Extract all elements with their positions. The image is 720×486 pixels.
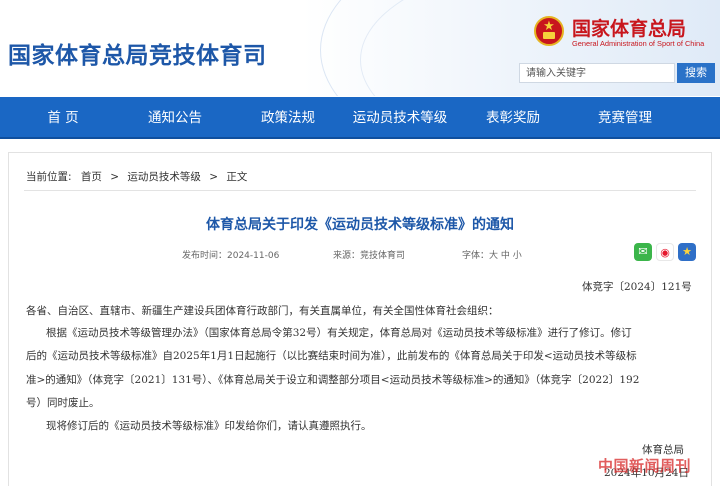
breadcrumb: 当前位置: 首页 > 运动员技术等级 > 正文: [26, 169, 247, 184]
org-name-cn[interactable]: 国家体育总局: [572, 14, 686, 41]
article-title: 体育总局关于印发《运动员技术等级标准》的通知: [206, 217, 514, 233]
breadcrumb-link-athlete-grades[interactable]: 运动员技术等级: [127, 169, 201, 184]
closing-line: 现将修订后的《运动员技术等级标准》印发给你们，请认真遵照执行。: [46, 420, 372, 432]
paragraph-line: 根据《运动员技术等级管理办法》（国家体育总局令第32号）有关规定，体育总局对《运…: [46, 327, 632, 339]
breadcrumb-current: 正文: [226, 171, 248, 183]
breadcrumb-separator: >: [209, 171, 219, 183]
favorite-icon[interactable]: ★: [678, 243, 696, 261]
breadcrumb-separator: >: [110, 171, 120, 183]
nav-item-awards[interactable]: 表彰奖励: [458, 97, 568, 139]
font-size-switcher[interactable]: 字体：大 中 小: [462, 248, 522, 261]
site-title[interactable]: 国家体育总局竞技体育司: [8, 36, 267, 70]
nav-item-policies[interactable]: 政策法规: [233, 97, 343, 139]
article-source: 来源：竞技体育司: [333, 251, 406, 261]
weibo-icon[interactable]: ◉: [656, 243, 674, 261]
breadcrumb-link-home[interactable]: 首页: [81, 169, 102, 184]
paragraph-line: 后的《运动员技术等级标准》自2025年1月1日起施行（以比赛结束时间为准），此前…: [26, 350, 637, 362]
paragraph-line: 准>的通知》（体竞字〔2021〕131号）、《体育总局关于设立和调整部分项目<运…: [26, 374, 640, 386]
search-input[interactable]: [519, 63, 675, 83]
addressee-line: 各省、自治区、直辖市、新疆生产建设兵团体育行政部门，有关直属单位，有关全国性体育…: [26, 305, 499, 317]
nav-item-athlete-grades[interactable]: 运动员技术等级: [345, 97, 455, 139]
nav-item-competition[interactable]: 竞赛管理: [570, 97, 680, 139]
national-emblem-icon: ★: [534, 16, 564, 46]
publish-date: 发布时间：2024-11-06: [182, 251, 280, 261]
main-nav: 首 页 通知公告 政策法规 运动员技术等级 表彰奖励 竞赛管理: [0, 97, 720, 139]
wechat-icon[interactable]: ✉: [634, 243, 652, 261]
breadcrumb-divider: [24, 190, 696, 191]
document-number: 体竞字〔2024〕121号: [582, 281, 692, 293]
search-button[interactable]: 搜索: [677, 63, 715, 83]
article-panel: [8, 152, 712, 486]
nav-item-announcements[interactable]: 通知公告: [120, 97, 230, 139]
nav-item-home[interactable]: 首 页: [8, 97, 118, 139]
breadcrumb-label: 当前位置:: [26, 171, 72, 183]
paragraph-line: 号）同时废止。: [26, 397, 100, 409]
watermark: 中国新闻周刊: [598, 457, 692, 475]
org-name-en: General Administration of Sport of China: [572, 39, 705, 48]
